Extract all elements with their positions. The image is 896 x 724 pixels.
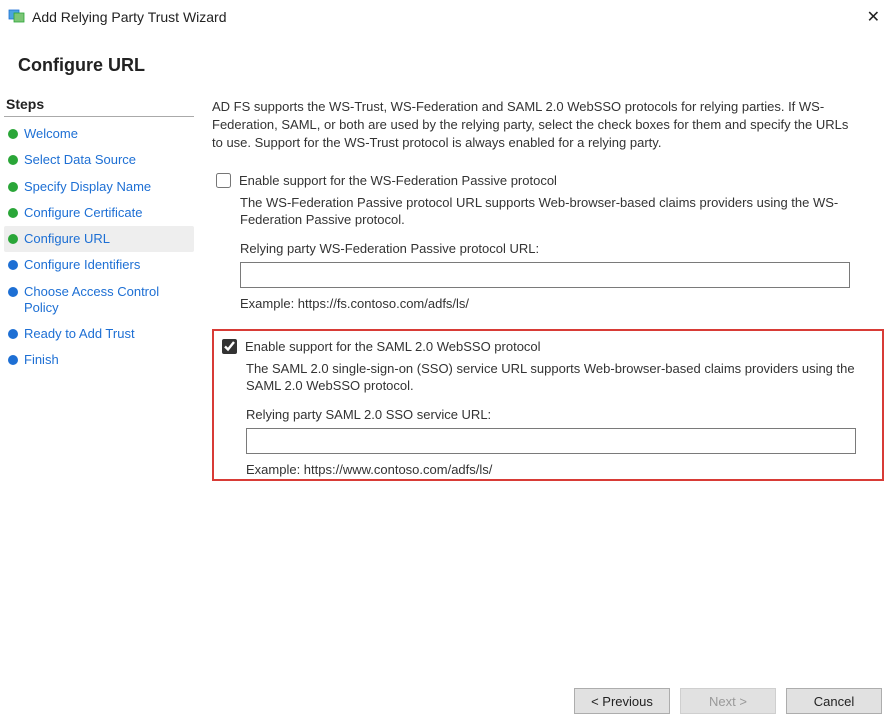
saml-check-row: Enable support for the SAML 2.0 WebSSO p… [222, 339, 874, 354]
wsfed-section: Enable support for the WS-Federation Pas… [212, 169, 884, 321]
saml-section: Enable support for the SAML 2.0 WebSSO p… [220, 337, 876, 477]
main-panel: AD FS supports the WS-Trust, WS-Federati… [198, 92, 896, 487]
step-configure-certificate[interactable]: Configure Certificate [4, 200, 194, 226]
step-bullet-icon [8, 260, 18, 270]
wsfed-example: Example: https://fs.contoso.com/adfs/ls/ [240, 296, 880, 311]
step-bullet-icon [8, 287, 18, 297]
wsfed-checkbox-label[interactable]: Enable support for the WS-Federation Pas… [239, 173, 557, 188]
wizard-header: Configure URL [0, 33, 896, 92]
step-bullet-icon [8, 182, 18, 192]
step-label: Specify Display Name [24, 179, 151, 195]
step-label: Configure URL [24, 231, 110, 247]
wizard-icon [8, 6, 26, 27]
step-bullet-icon [8, 234, 18, 244]
step-select-data-source[interactable]: Select Data Source [4, 147, 194, 173]
step-label: Ready to Add Trust [24, 326, 135, 342]
previous-button[interactable]: < Previous [574, 688, 670, 714]
wsfed-url-label: Relying party WS-Federation Passive prot… [240, 241, 880, 256]
close-icon[interactable]: ✕ [861, 7, 886, 27]
step-bullet-icon [8, 129, 18, 139]
wizard-button-bar: < Previous Next > Cancel [574, 688, 882, 714]
step-bullet-icon [8, 208, 18, 218]
step-configure-identifiers[interactable]: Configure Identifiers [4, 252, 194, 278]
saml-highlight-box: Enable support for the SAML 2.0 WebSSO p… [212, 329, 884, 481]
steps-sidebar: Steps Welcome Select Data Source Specify… [0, 92, 198, 487]
step-welcome[interactable]: Welcome [4, 121, 194, 147]
step-label: Select Data Source [24, 152, 136, 168]
window-title: Add Relying Party Trust Wizard [32, 9, 227, 25]
step-finish[interactable]: Finish [4, 347, 194, 373]
step-bullet-icon [8, 329, 18, 339]
saml-checkbox[interactable] [222, 339, 237, 354]
saml-url-label: Relying party SAML 2.0 SSO service URL: [246, 407, 874, 422]
step-bullet-icon [8, 355, 18, 365]
step-configure-url[interactable]: Configure URL [4, 226, 194, 252]
cancel-button[interactable]: Cancel [786, 688, 882, 714]
steps-header: Steps [4, 92, 194, 117]
step-label: Choose Access Control Policy [24, 284, 190, 317]
step-label: Finish [24, 352, 59, 368]
saml-checkbox-label[interactable]: Enable support for the SAML 2.0 WebSSO p… [245, 339, 541, 354]
saml-url-input[interactable] [246, 428, 856, 454]
step-label: Welcome [24, 126, 78, 142]
titlebar-left: Add Relying Party Trust Wizard [8, 6, 227, 27]
page-title: Configure URL [18, 55, 878, 76]
intro-text: AD FS supports the WS-Trust, WS-Federati… [212, 98, 862, 153]
step-ready-to-add-trust[interactable]: Ready to Add Trust [4, 321, 194, 347]
next-button[interactable]: Next > [680, 688, 776, 714]
wsfed-description: The WS-Federation Passive protocol URL s… [240, 194, 860, 229]
titlebar: Add Relying Party Trust Wizard ✕ [0, 0, 896, 33]
wsfed-url-input[interactable] [240, 262, 850, 288]
saml-example: Example: https://www.contoso.com/adfs/ls… [246, 462, 874, 477]
wsfed-check-row: Enable support for the WS-Federation Pas… [216, 173, 880, 188]
step-label: Configure Certificate [24, 205, 143, 221]
wizard-body: Steps Welcome Select Data Source Specify… [0, 92, 896, 487]
step-choose-access-control[interactable]: Choose Access Control Policy [4, 279, 194, 322]
step-label: Configure Identifiers [24, 257, 140, 273]
saml-description: The SAML 2.0 single-sign-on (SSO) servic… [246, 360, 866, 395]
step-bullet-icon [8, 155, 18, 165]
wsfed-checkbox[interactable] [216, 173, 231, 188]
step-specify-display-name[interactable]: Specify Display Name [4, 174, 194, 200]
